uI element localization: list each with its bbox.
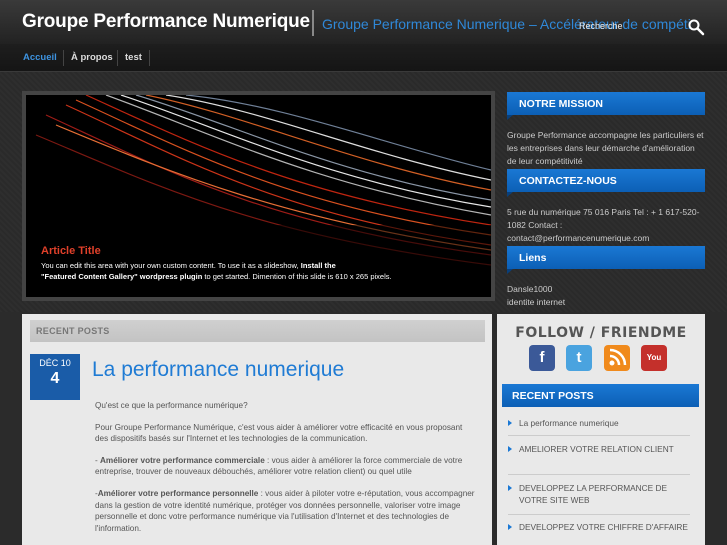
follow-title: FOLLOW / FRIENDME <box>515 325 687 341</box>
contact-widget-title: CONTACTEZ-NOUS <box>507 169 705 197</box>
divider <box>508 514 690 515</box>
post-paragraph: - Améliorer votre performance commercial… <box>95 455 475 478</box>
bullet-arrow-icon <box>508 446 512 452</box>
search-icon[interactable] <box>687 18 705 36</box>
search-input[interactable] <box>574 18 684 34</box>
facebook-icon[interactable]: f <box>529 345 555 371</box>
nav-divider <box>63 50 64 66</box>
slide-text: You can edit this area with your own cus… <box>41 260 461 282</box>
recent-post-item[interactable]: AMELIORER VOTRE RELATION CLIENT <box>508 443 694 455</box>
divider <box>508 435 690 436</box>
youtube-icon[interactable]: You <box>641 345 667 371</box>
date-badge: DÉC 10 4 <box>30 354 80 400</box>
nav-item-test[interactable]: test <box>125 52 142 63</box>
twitter-icon[interactable]: t <box>566 345 592 371</box>
slide-text-part: You can edit this area with your own cus… <box>41 261 301 270</box>
featured-slideshow[interactable]: Article Title You can edit this area wit… <box>22 91 495 301</box>
bullet-arrow-icon <box>508 524 512 530</box>
post-paragraph: -Améliorer votre performance personnelle… <box>95 488 475 534</box>
post-title[interactable]: La performance numerique <box>92 358 344 382</box>
post-bold: Améliorer votre performance personnelle <box>97 488 259 498</box>
bullet-arrow-icon <box>508 420 512 426</box>
slide-text-bold: Install the <box>300 261 336 270</box>
recent-post-link[interactable]: AMELIORER VOTRE RELATION CLIENT <box>514 443 674 455</box>
mission-widget-text: Groupe Performance accompagne les partic… <box>507 130 704 166</box>
post-bold: Améliorer votre performance commerciale <box>100 455 265 465</box>
site-header: Groupe Performance Numerique Groupe Perf… <box>0 0 727 44</box>
rss-glyph <box>609 348 627 366</box>
title-divider <box>312 10 314 36</box>
post-intro: Qu'est ce que la performance numérique? <box>95 401 248 410</box>
contact-widget-text: 5 rue du numérique 75 016 Paris Tel : + … <box>507 207 700 243</box>
recent-post-link[interactable]: La performance numerique <box>514 417 619 429</box>
link-item[interactable]: identite internet <box>507 296 705 309</box>
date-day: 4 <box>50 370 60 387</box>
nav-divider <box>149 50 150 66</box>
post-body: Qu'est ce que la performance numérique? … <box>95 400 475 544</box>
links-widget-title: Liens <box>507 246 705 274</box>
bullet-arrow-icon <box>508 485 512 491</box>
main-content: RECENT POSTS DÉC 10 4 La performance num… <box>22 314 492 545</box>
slide-text-part: to get started. Dimention of this slide … <box>202 272 392 281</box>
search-box <box>574 18 705 36</box>
recent-post-item[interactable]: DEVELOPPEZ VOTRE CHIFFRE D'AFFAIRE <box>508 521 694 533</box>
recent-post-item[interactable]: La performance numerique <box>508 417 694 429</box>
recent-post-link[interactable]: DEVELOPPEZ VOTRE CHIFFRE D'AFFAIRE <box>514 521 688 533</box>
mission-widget-title: NOTRE MISSION <box>507 92 705 120</box>
date-month: DÉC 10 <box>39 358 71 368</box>
rss-icon[interactable] <box>604 345 630 371</box>
recent-post-item[interactable]: DEVELOPPEZ LA PERFORMANCE DE VOTRE SITE … <box>508 482 694 506</box>
slide-plugin-link[interactable]: "Featured Content Gallery" wordpress plu… <box>41 272 202 281</box>
slide-title[interactable]: Article Title <box>41 245 101 257</box>
nav-divider <box>117 50 118 66</box>
main-nav: Accueil À propos test <box>0 44 727 72</box>
recent-post-link[interactable]: DEVELOPPEZ LA PERFORMANCE DE VOTRE SITE … <box>514 482 694 506</box>
section-label: RECENT POSTS <box>30 320 485 342</box>
nav-item-a-propos[interactable]: À propos <box>71 52 113 63</box>
recent-posts-widget-title: RECENT POSTS <box>502 384 699 407</box>
link-item[interactable]: Dansle1000 <box>507 283 705 296</box>
site-title[interactable]: Groupe Performance Numerique <box>22 11 310 33</box>
divider <box>508 474 690 475</box>
post-paragraph: Pour Groupe Performance Numérique, c'est… <box>95 422 463 444</box>
nav-item-accueil[interactable]: Accueil <box>23 52 57 63</box>
links-list: Dansle1000 identite internet <box>507 283 705 309</box>
